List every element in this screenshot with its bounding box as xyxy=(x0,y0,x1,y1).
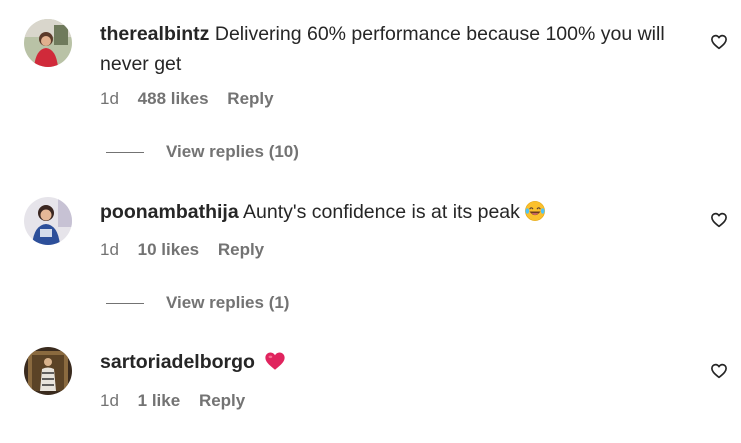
user-avatar-red-dress-icon xyxy=(24,19,72,67)
reply-button[interactable]: Reply xyxy=(227,89,273,108)
comment-likes[interactable]: 488 likes xyxy=(138,89,209,108)
comment-meta: 1d 10 likes Reply xyxy=(100,240,278,260)
divider-line xyxy=(106,303,144,305)
comment-likes[interactable]: 10 likes xyxy=(138,240,199,259)
comment-username[interactable]: therealbintz xyxy=(100,23,209,45)
comment-username[interactable]: sartoriadelborgo xyxy=(100,351,255,373)
comment-username[interactable]: poonambathija xyxy=(100,201,239,223)
comment-time[interactable]: 1d xyxy=(100,391,119,410)
comment-meta: 1d 1 like Reply xyxy=(100,391,259,411)
view-replies-label: View replies (1) xyxy=(166,293,290,312)
comment-text: Aunty's confidence is at its peak xyxy=(243,201,520,223)
like-heart-icon[interactable] xyxy=(710,211,728,229)
view-replies-button[interactable]: View replies (1) xyxy=(106,293,289,313)
avatar[interactable] xyxy=(24,347,72,395)
comment-likes[interactable]: 1 like xyxy=(138,391,181,410)
comment-body: sartoriadelborgo xyxy=(100,347,690,377)
avatar[interactable] xyxy=(24,19,72,67)
comment-body: therealbintz Delivering 60% performance … xyxy=(100,19,690,79)
reply-button[interactable]: Reply xyxy=(199,391,245,410)
red-heart-emoji-icon xyxy=(265,352,285,370)
user-avatar-storefront-icon xyxy=(24,347,72,395)
comment-time[interactable]: 1d xyxy=(100,89,119,108)
like-heart-icon[interactable] xyxy=(710,33,728,51)
comment-time[interactable]: 1d xyxy=(100,240,119,259)
laughing-tears-emoji-icon xyxy=(525,201,545,221)
avatar[interactable] xyxy=(24,197,72,245)
like-heart-icon[interactable] xyxy=(710,362,728,380)
user-avatar-blue-outfit-icon xyxy=(24,197,72,245)
reply-button[interactable]: Reply xyxy=(218,240,264,259)
comment-body: poonambathija Aunty's confidence is at i… xyxy=(100,197,690,227)
comment-meta: 1d 488 likes Reply xyxy=(100,89,288,109)
view-replies-button[interactable]: View replies (10) xyxy=(106,142,299,162)
view-replies-label: View replies (10) xyxy=(166,142,299,161)
divider-line xyxy=(106,152,144,154)
